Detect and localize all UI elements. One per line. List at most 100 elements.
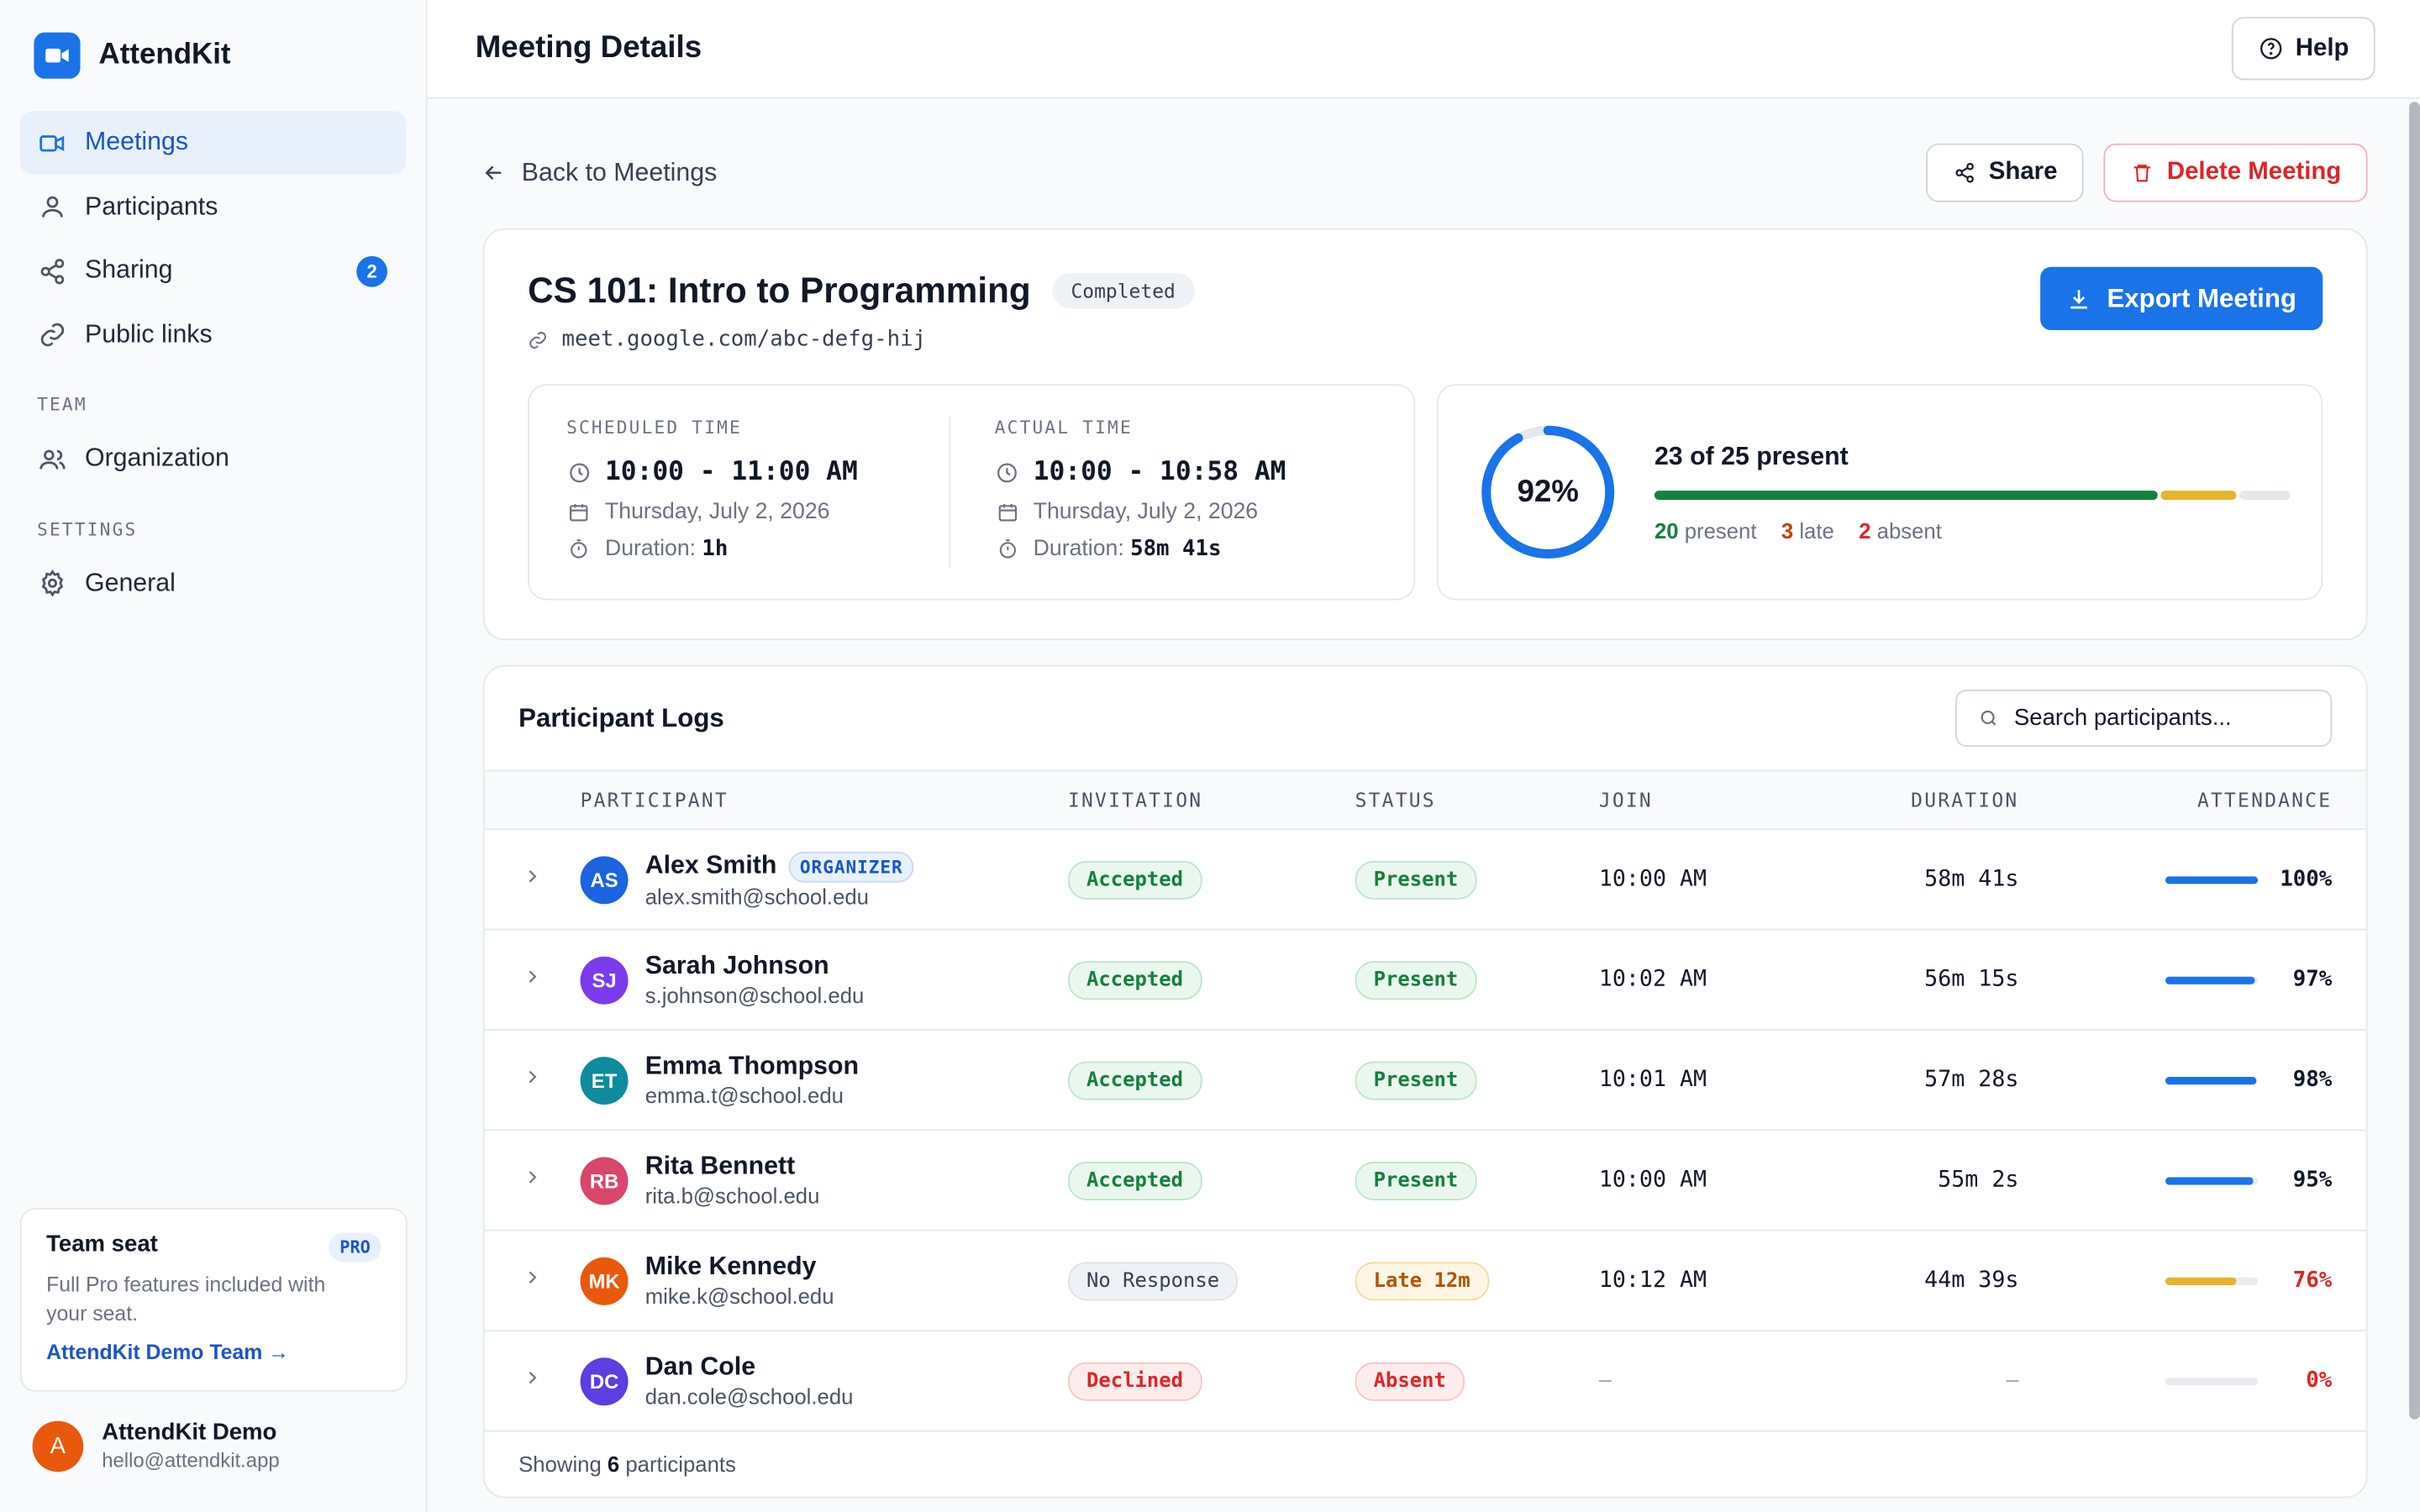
expand-chevron-icon[interactable] <box>485 864 581 894</box>
attendance-cell: 100% <box>2018 867 2365 892</box>
sidebar-item-general[interactable]: General <box>20 552 406 615</box>
users-icon <box>39 445 66 473</box>
delete-meeting-button[interactable]: Delete Meeting <box>2103 143 2368 202</box>
column-status[interactable]: STATUS <box>1355 789 1599 812</box>
scrollbar[interactable] <box>2409 102 2420 1420</box>
user-profile[interactable]: A AttendKit Demo hello@attendkit.app <box>32 1419 280 1473</box>
scheduled-time: SCHEDULED TIME 10:00 - 11:00 AM Thursday… <box>566 417 949 568</box>
brand[interactable]: AttendKit <box>0 0 426 111</box>
duration-label: Duration: <box>604 537 697 562</box>
scheduled-label: SCHEDULED TIME <box>566 416 742 438</box>
avatar: ET <box>580 1056 629 1105</box>
column-participant[interactable]: PARTICIPANT <box>581 789 1068 812</box>
attendance-percent: 76% <box>2292 1268 2333 1294</box>
attendance-bar <box>2165 875 2259 884</box>
attendance-bar <box>2165 1377 2259 1385</box>
late-number: 3 <box>1781 517 1794 543</box>
expand-chevron-icon[interactable] <box>485 1065 581 1095</box>
present-number: 20 <box>1654 517 1679 543</box>
content: Back to Meetings Share Delete Meeting CS… <box>428 99 2420 1499</box>
search-box[interactable] <box>1955 690 2333 747</box>
avatar: A <box>32 1420 84 1472</box>
attendance-bar-fill <box>2165 1076 2256 1084</box>
expand-chevron-icon[interactable] <box>485 965 581 995</box>
duration: 55m 2s <box>1938 1168 2019 1193</box>
user-email: hello@attendkit.app <box>102 1448 280 1473</box>
duration: – <box>2006 1368 2019 1394</box>
actual-time-value: 10:00 - 10:58 AM <box>1033 456 1286 488</box>
avatar: RB <box>580 1156 629 1205</box>
meeting-link[interactable]: meet.google.com/abc-defg-hij <box>528 327 2323 352</box>
user-icon <box>39 193 66 221</box>
attendance-bar-fill <box>2165 975 2255 984</box>
attendance-cell: 95% <box>2018 1168 2365 1193</box>
seat-description: Full Pro features included with your sea… <box>46 1273 326 1326</box>
participant-name-line: Dan Cole <box>645 1353 854 1383</box>
share-icon <box>39 257 66 285</box>
brand-name: AttendKit <box>98 38 231 71</box>
sidebar-item-label: Meetings <box>85 128 188 156</box>
table-row[interactable]: RB Rita Bennett rita.b@school.edu Accept… <box>484 1131 2366 1231</box>
stopwatch-icon <box>566 537 591 561</box>
participant-logs-card: Participant Logs PARTICIPANT INVITATION … <box>482 664 2368 1499</box>
sidebar-item-participants[interactable]: Participants <box>20 175 406 238</box>
expand-chevron-icon[interactable] <box>485 1166 581 1195</box>
share-button[interactable]: Share <box>1925 143 2084 202</box>
team-seat-card: Team seat PRO Full Pro features included… <box>19 1208 408 1392</box>
status-cell: Present <box>1355 960 1599 1000</box>
expand-chevron-icon[interactable] <box>485 1266 581 1295</box>
participant-email: rita.b@school.edu <box>644 1183 820 1209</box>
table-row[interactable]: DC Dan Cole dan.cole@school.edu Declined… <box>484 1331 2366 1432</box>
main-content: Meeting Details Help Back to Meetings Sh… <box>427 0 2420 1512</box>
table-row[interactable]: MK Mike Kennedy mike.k@school.edu No Res… <box>484 1231 2366 1332</box>
column-join[interactable]: JOIN <box>1599 789 1797 812</box>
time-box: SCHEDULED TIME 10:00 - 11:00 AM Thursday… <box>528 384 1416 601</box>
export-meeting-button[interactable]: Export Meeting <box>2040 266 2323 331</box>
app-root: AttendKit Meetings Participants Sharing <box>0 0 2420 1512</box>
join-time: 10:00 AM <box>1598 1168 1707 1193</box>
present-count: 20 present <box>1655 517 1757 542</box>
sidebar-item-public-links[interactable]: Public links <box>20 303 406 366</box>
page-title: Meeting Details <box>475 30 702 66</box>
participant-cell: RB Rita Bennett rita.b@school.edu <box>580 1152 1068 1209</box>
expand-chevron-icon[interactable] <box>485 1366 581 1395</box>
avatar: SJ <box>580 955 629 1004</box>
scheduled-time-value: 10:00 - 11:00 AM <box>604 456 858 488</box>
team-link[interactable]: AttendKit Demo Team → <box>46 1341 381 1364</box>
participant-name-line: Rita Bennett <box>645 1152 820 1182</box>
attendance-cell: 76% <box>2018 1268 2365 1293</box>
sidebar-item-meetings[interactable]: Meetings <box>19 111 407 175</box>
back-to-meetings-link[interactable]: Back to Meetings <box>481 158 717 187</box>
column-duration[interactable]: DURATION <box>1797 789 2018 812</box>
table-row[interactable]: ET Emma Thompson emma.t@school.edu Accep… <box>484 1031 2366 1131</box>
duration-label: Duration: <box>1033 537 1124 562</box>
clock-icon <box>566 459 591 484</box>
column-attendance[interactable]: ATTENDANCE <box>2018 789 2365 812</box>
participant-cell: ET Emma Thompson emma.t@school.edu <box>580 1053 1068 1108</box>
sharing-count-badge: 2 <box>356 255 388 287</box>
help-button[interactable]: Help <box>2232 17 2375 81</box>
download-icon <box>2067 286 2091 311</box>
scheduled-date: Thursday, July 2, 2026 <box>566 500 949 524</box>
meeting-summary-card: CS 101: Intro to Programming Completed m… <box>482 228 2368 641</box>
sidebar-item-organization[interactable]: Organization <box>20 428 406 491</box>
help-label: Help <box>2295 34 2349 61</box>
invitation-cell: No Response <box>1067 1261 1355 1300</box>
scheduled-duration: Duration: 1h <box>566 537 949 562</box>
sidebar-item-sharing[interactable]: Sharing 2 <box>20 239 406 302</box>
main-nav: Meetings Participants Sharing 2 Public l… <box>0 111 426 366</box>
footer-suffix: participants <box>625 1452 736 1477</box>
table-row[interactable]: SJ Sarah Johnson s.johnson@school.edu Ac… <box>484 931 2366 1031</box>
link-icon <box>39 321 66 349</box>
column-invitation[interactable]: INVITATION <box>1068 789 1355 812</box>
user-name: AttendKit Demo <box>102 1419 277 1446</box>
table-footer: Showing 6 participants <box>485 1431 2366 1496</box>
participant-name-line: Emma Thompson <box>645 1053 859 1082</box>
attendance-headline: 23 of 25 present <box>1654 442 1849 470</box>
participant-email: mike.k@school.edu <box>644 1284 834 1309</box>
table-row[interactable]: AS Alex Smith ORGANIZER alex.smith@schoo… <box>484 830 2366 931</box>
sidebar-item-label: General <box>85 568 176 596</box>
scheduled-time-range: 10:00 - 11:00 AM <box>566 456 949 488</box>
pro-badge: PRO <box>329 1232 381 1263</box>
search-input[interactable] <box>2013 705 2307 732</box>
